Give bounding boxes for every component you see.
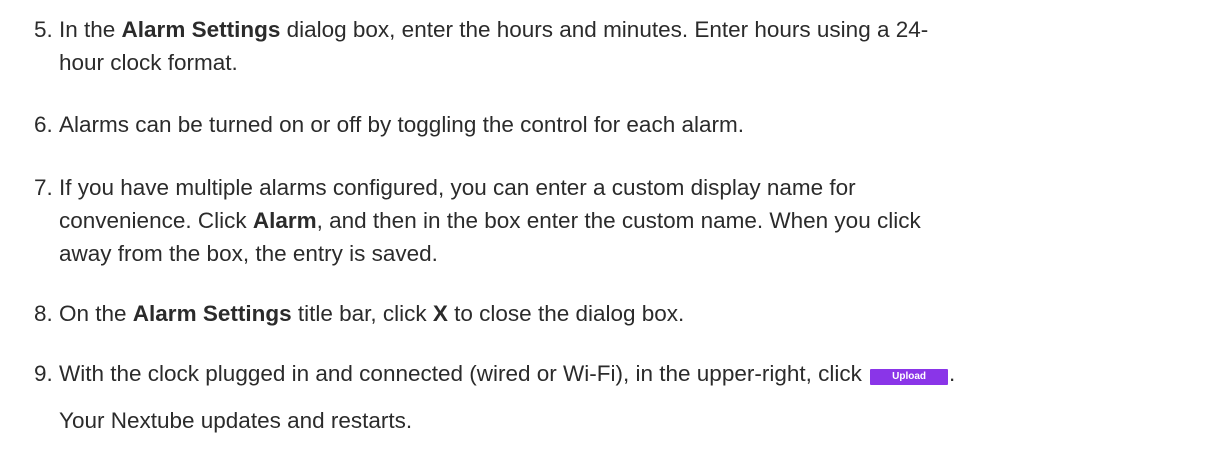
text-run: to close the dialog box. [447, 301, 685, 326]
text-run: away from the box, the entry is saved. [59, 241, 438, 266]
text-line: On the Alarm Settings title bar, click X… [59, 297, 1184, 330]
text-run: On the [59, 301, 133, 326]
text-line: Alarms can be turned on or off by toggli… [59, 108, 1184, 141]
text-line: If you have multiple alarms configured, … [59, 171, 1184, 204]
text-line: With the clock plugged in and connected … [59, 357, 1184, 390]
text-run: With the clock plugged in and connected … [59, 361, 869, 386]
upload-button[interactable]: Upload [870, 369, 948, 385]
result-text: Your Nextube updates and restarts. [59, 408, 413, 433]
text-run: convenience. Click [59, 208, 253, 233]
text-run: In the [59, 17, 122, 42]
step-text: Alarms can be turned on or off by toggli… [59, 108, 1184, 141]
bold-ui-term: Alarm [252, 208, 317, 233]
text-run: . [949, 361, 956, 386]
step-text: If you have multiple alarms configured, … [59, 171, 1184, 270]
text-line: In the Alarm Settings dialog box, enter … [59, 13, 1184, 46]
step-text: With the clock plugged in and connected … [59, 357, 1184, 390]
step-text: On the Alarm Settings title bar, click X… [59, 297, 1184, 330]
bold-ui-term: X [432, 301, 448, 326]
text-line: hour clock format. [59, 46, 1184, 79]
text-run: hour clock format. [59, 50, 238, 75]
text-run: Alarms can be turned on or off by toggli… [59, 112, 744, 137]
step-text: In the Alarm Settings dialog box, enter … [59, 13, 1184, 79]
text-line: convenience. Click Alarm, and then in th… [59, 204, 1184, 237]
text-run: , and then in the box enter the custom n… [316, 208, 921, 233]
text-run: title bar, click [291, 301, 433, 326]
text-run: If you have multiple alarms configured, … [59, 175, 856, 200]
text-run: dialog box, enter the hours and minutes.… [280, 17, 929, 42]
bold-ui-term: Alarm Settings [121, 17, 281, 42]
bold-ui-term: Alarm Settings [132, 301, 292, 326]
text-line: away from the box, the entry is saved. [59, 237, 1184, 270]
